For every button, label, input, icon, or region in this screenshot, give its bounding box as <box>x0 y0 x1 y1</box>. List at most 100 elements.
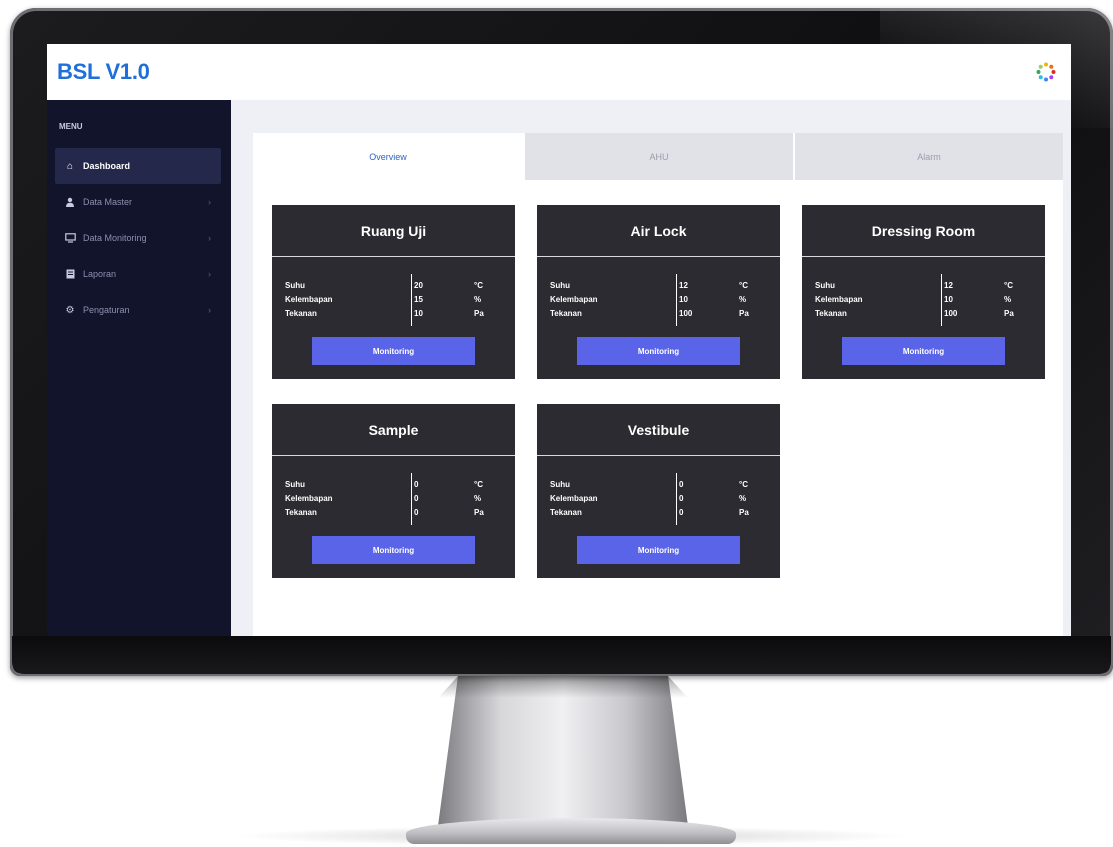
reading-label: Tekanan <box>550 507 582 517</box>
card-divider <box>676 473 677 525</box>
reading-row-suhu: Suhu 0 °C <box>272 477 515 491</box>
monitor-icon <box>63 233 77 243</box>
reading-value: 10 <box>414 308 423 318</box>
monitoring-button[interactable]: Monitoring <box>312 337 475 365</box>
reading-label: Suhu <box>815 280 835 290</box>
reading-label: Suhu <box>285 479 305 489</box>
dashboard-panel: Overview AHU Alarm Ruang Uji Suhu 20 °C Ke… <box>253 133 1063 636</box>
reading-value: 12 <box>679 280 688 290</box>
reading-label: Kelembapan <box>815 294 863 304</box>
sidebar-item-dashboard[interactable]: ⌂ Dashboard <box>55 148 221 184</box>
sidebar-item-label: Laporan <box>83 269 117 279</box>
reading-unit: % <box>1004 294 1012 304</box>
reading-unit: % <box>739 493 747 503</box>
reading-row-suhu: Suhu 0 °C <box>537 477 780 491</box>
reading-row-tekanan: Tekanan 100 Pa <box>802 306 1045 320</box>
reading-row-suhu: Suhu 12 °C <box>537 278 780 292</box>
reading-value: 15 <box>414 294 423 304</box>
monitoring-button[interactable]: Monitoring <box>577 536 740 564</box>
loading-spinner-icon <box>1035 61 1057 83</box>
monitoring-button[interactable]: Monitoring <box>842 337 1005 365</box>
reading-value: 0 <box>414 493 419 503</box>
user-icon <box>63 197 77 207</box>
sidebar-item-label: Dashboard <box>83 161 131 171</box>
sidebar-item-data-master[interactable]: Data Master › <box>55 184 221 220</box>
reading-row-tekanan: Tekanan 0 Pa <box>537 505 780 519</box>
room-card-readings: Suhu 20 °C Kelembapan 15% Tekanan 10 Pa <box>272 257 515 337</box>
tab-overview[interactable]: Overview <box>253 133 523 180</box>
main-content: Overview AHU Alarm Ruang Uji Suhu 20 °C Ke… <box>231 100 1071 636</box>
document-icon <box>63 269 77 279</box>
reading-value: 0 <box>679 507 684 517</box>
room-card-title: Sample <box>272 404 515 456</box>
reading-label: Kelembapan <box>285 493 333 503</box>
reading-row-kelembapan: Kelembapan 10% <box>802 292 1045 306</box>
button-wrapper: Monitoring <box>537 536 780 564</box>
reading-value: 100 <box>679 308 693 318</box>
sidebar-item-pengaturan[interactable]: ⚙ Pengaturan › <box>55 292 221 328</box>
reading-unit: % <box>474 294 482 304</box>
reading-value: 0 <box>414 507 419 517</box>
button-wrapper: Monitoring <box>537 337 780 365</box>
reading-label: Suhu <box>550 479 570 489</box>
reading-row-tekanan: Tekanan 10 Pa <box>272 306 515 320</box>
room-card-title: Vestibule <box>537 404 780 456</box>
reading-label: Tekanan <box>285 308 317 318</box>
room-card-ruang-uji: Ruang Uji Suhu 20 °C Kelembapan 15% Tekanan… <box>272 205 515 379</box>
card-divider <box>941 274 942 326</box>
reading-label: Tekanan <box>550 308 582 318</box>
tab-alarm[interactable]: Alarm <box>793 133 1063 180</box>
reading-unit: °C <box>1004 280 1013 290</box>
room-card-title: Dressing Room <box>802 205 1045 257</box>
reading-unit: % <box>474 493 482 503</box>
monitor-stand-shadow <box>438 676 688 698</box>
reading-value: 12 <box>944 280 953 290</box>
card-divider <box>411 473 412 525</box>
reading-row-suhu: Suhu 12 °C <box>802 278 1045 292</box>
home-icon: ⌂ <box>66 160 74 172</box>
monitor-stand-base <box>406 818 736 844</box>
reading-unit: °C <box>739 479 748 489</box>
reading-label: Kelembapan <box>550 294 598 304</box>
chevron-right-icon: › <box>208 197 211 207</box>
reading-unit: % <box>739 294 747 304</box>
reading-unit: Pa <box>474 507 484 517</box>
room-card-title: Ruang Uji <box>272 205 515 257</box>
reading-value: 0 <box>679 479 684 489</box>
sidebar-item-label: Data Monitoring <box>83 233 147 243</box>
reading-label: Tekanan <box>815 308 847 318</box>
monitoring-button[interactable]: Monitoring <box>577 337 740 365</box>
top-bar: BSL V1.0 <box>47 44 1071 100</box>
room-card-title: Air Lock <box>537 205 780 257</box>
reading-row-tekanan: Tekanan 100 Pa <box>537 306 780 320</box>
chevron-right-icon: › <box>208 305 211 315</box>
reading-value: 10 <box>944 294 953 304</box>
button-wrapper: Monitoring <box>802 337 1045 365</box>
chevron-right-icon: › <box>208 233 211 243</box>
button-wrapper: Monitoring <box>272 337 515 365</box>
room-card-sample: Sample Suhu 0 °C Kelembapan 0% Tekanan 0 Pa M… <box>272 404 515 578</box>
reading-row-kelembapan: Kelembapan 0% <box>537 491 780 505</box>
sidebar: MENU ⌂ Dashboard Data Master › Data Moni… <box>47 100 231 636</box>
room-card-air-lock: Air Lock Suhu 12 °C Kelembapan 10% Tekanan 1… <box>537 205 780 379</box>
room-card-vestibule: Vestibule Suhu 0 °C Kelembapan 0% Tekanan 0 P… <box>537 404 780 578</box>
gear-icon: ⚙ <box>65 304 75 316</box>
sidebar-item-data-monitoring[interactable]: Data Monitoring › <box>55 220 221 256</box>
sidebar-menu-title: MENU <box>59 122 83 131</box>
reading-label: Suhu <box>285 280 305 290</box>
sidebar-item-label: Pengaturan <box>83 305 130 315</box>
reading-unit: Pa <box>1004 308 1014 318</box>
reading-label: Kelembapan <box>285 294 333 304</box>
reading-value: 10 <box>679 294 688 304</box>
room-card-readings: Suhu 0 °C Kelembapan 0% Tekanan 0 Pa <box>272 456 515 536</box>
reading-unit: °C <box>474 479 483 489</box>
card-divider <box>411 274 412 326</box>
monitoring-button[interactable]: Monitoring <box>312 536 475 564</box>
tab-ahu[interactable]: AHU <box>523 133 793 180</box>
reading-label: Tekanan <box>285 507 317 517</box>
reading-value: 20 <box>414 280 423 290</box>
sidebar-item-laporan[interactable]: Laporan › <box>55 256 221 292</box>
app-logo[interactable]: BSL V1.0 <box>57 59 150 85</box>
monitor-bezel-chin <box>12 636 1111 674</box>
reading-unit: Pa <box>739 308 749 318</box>
